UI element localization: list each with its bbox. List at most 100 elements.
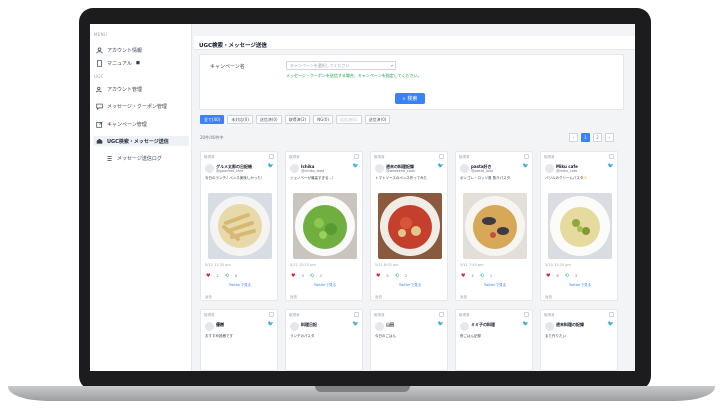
- reply-label[interactable]: 返信: [460, 295, 467, 300]
- select-checkbox[interactable]: [609, 312, 614, 317]
- ugc-card-grid: 取得済 グルメ太郎の日記帳 @gourmet_taro 🐦 今日のランチ♪ ペン…: [200, 151, 630, 371]
- reply-label[interactable]: 返信: [290, 295, 297, 300]
- ugc-card: 取得済 ミミ子の料理 🐦 夜ごはん記録: [455, 309, 533, 371]
- ugc-card: 取得済 Ichika @ichika_food 🐦 ジェノベーゼ最高すぎる…！ …: [285, 151, 363, 301]
- search-panel: キャンペーン名 キャンペーンを選択してください ▾ メッセージ・クーポンを送信す…: [199, 54, 624, 110]
- sidebar-item-campaign[interactable]: キャンペーン管理: [96, 119, 147, 129]
- card-status: 取得済: [289, 313, 300, 317]
- retweet-count: 0: [234, 274, 238, 278]
- twitter-icon: 🐦: [352, 163, 359, 169]
- post-stats: ♥ 2 ⟲ 0: [206, 273, 237, 279]
- card-status: 取得済: [374, 313, 385, 317]
- tab-sent[interactable]: 送信済(0): [255, 115, 282, 124]
- post-photo[interactable]: [463, 193, 527, 259]
- retweet-count: 3: [574, 274, 578, 278]
- reply-label[interactable]: 返信: [205, 295, 212, 300]
- post-text: また作りたい: [545, 334, 566, 338]
- like-count: 6: [556, 274, 559, 278]
- sidebar-item-label: メッセージ送信ログ: [117, 155, 162, 162]
- tab-ng[interactable]: NG(0): [313, 115, 333, 124]
- avatar: [545, 164, 554, 173]
- twitter-icon: 🐦: [437, 163, 444, 169]
- sidebar-item-message-coupon[interactable]: メッセージ・クーポン管理: [96, 101, 167, 111]
- twitter-icon: 🐦: [607, 163, 614, 169]
- view-on-twitter-link[interactable]: Twitterで見る: [201, 283, 279, 288]
- tab-all[interactable]: 全て(40): [200, 115, 225, 124]
- card-status: 取得済: [544, 313, 555, 317]
- avatar: [290, 164, 299, 173]
- twitter-icon: 🐦: [437, 321, 444, 327]
- tab-sent-2[interactable]: 送信済(0): [364, 115, 391, 124]
- page-2-button[interactable]: 2: [593, 133, 602, 142]
- user-name: ミミ子の料理: [471, 322, 495, 327]
- user-name: 山田: [386, 322, 394, 327]
- select-checkbox[interactable]: [524, 312, 529, 317]
- like-count: 4: [471, 274, 474, 278]
- view-on-twitter-link[interactable]: Twitterで見る: [371, 283, 449, 288]
- reply-label[interactable]: 返信: [375, 295, 382, 300]
- heart-icon: ♥: [291, 273, 296, 279]
- search-icon: ⌕: [402, 95, 406, 102]
- select-checkbox[interactable]: [524, 154, 529, 159]
- select-checkbox[interactable]: [609, 154, 614, 159]
- like-count: 5: [386, 274, 389, 278]
- view-on-twitter-link[interactable]: Twitterで見る: [456, 283, 534, 288]
- post-date: 5/11 7:40 pm: [460, 263, 484, 267]
- twitter-icon: 🐦: [522, 163, 529, 169]
- user-name: 優樹: [216, 322, 224, 327]
- sidebar-item-account-management[interactable]: アカウント管理: [96, 84, 142, 94]
- select-checkbox[interactable]: [439, 312, 444, 317]
- tab-replied[interactable]: 返信済(0): [336, 115, 362, 124]
- avatar: [205, 322, 214, 331]
- view-on-twitter-link[interactable]: Twitterで見る: [286, 283, 364, 288]
- select-checkbox[interactable]: [269, 312, 274, 317]
- search-button[interactable]: ⌕ 検索: [395, 93, 425, 104]
- select-checkbox[interactable]: [439, 154, 444, 159]
- campaign-select[interactable]: キャンペーンを選択してください ▾: [286, 61, 396, 70]
- view-on-twitter-link[interactable]: Twitterで見る: [541, 283, 619, 288]
- user-icon: [96, 46, 103, 54]
- select-checkbox[interactable]: [354, 154, 359, 159]
- post-photo[interactable]: [548, 193, 612, 259]
- user-handle: @weekend_cook: [386, 169, 416, 173]
- ugc-card: 取得済 週末料理の記録 🐦 また作りたい: [540, 309, 618, 371]
- heart-icon: ♥: [546, 273, 551, 279]
- post-text: ランチのパスタ: [290, 334, 315, 338]
- next-page-button[interactable]: ›: [605, 133, 614, 142]
- tab-acquired[interactable]: 取得済(2): [284, 115, 311, 124]
- heart-icon: ♥: [461, 273, 466, 279]
- ugc-card: 取得済 pasta好き @pasta_love 🐦 ボンゴレ・ロッソ風 魚介パス…: [455, 151, 533, 301]
- sidebar-item-label: アカウント管理: [107, 86, 143, 93]
- reply-label[interactable]: 返信: [545, 295, 552, 300]
- retweet-count: 1: [319, 274, 323, 278]
- sidebar-item-send-log[interactable]: メッセージ送信ログ: [106, 153, 162, 163]
- post-stats: ♥ 4 ⟲ 1: [461, 273, 492, 279]
- select-checkbox[interactable]: [354, 312, 359, 317]
- retweet-icon: ⟲: [309, 273, 314, 279]
- sidebar-item-label: キャンペーン管理: [107, 121, 147, 128]
- sidebar-item-manual[interactable]: マニュアル ◼: [96, 58, 140, 68]
- card-status: 取得済: [544, 155, 555, 159]
- campaign-placeholder: キャンペーンを選択してください: [290, 63, 350, 68]
- post-text: 今日のランチ♪ ペンネ美味しかった！: [205, 176, 265, 180]
- chat-icon: [96, 103, 103, 110]
- chevron-down-icon: ▾: [390, 63, 393, 68]
- post-text: 夜ごはん記録: [460, 334, 481, 338]
- user-handle: @gourmet_taro: [216, 169, 244, 173]
- post-date: 5/12 11:30 pm: [205, 263, 231, 267]
- post-photo[interactable]: [378, 193, 442, 259]
- select-checkbox[interactable]: [269, 154, 274, 159]
- campaign-hint: メッセージ・クーポンを送信する場合、キャンペーンを指定してください。: [286, 73, 422, 78]
- post-photo[interactable]: [293, 193, 357, 259]
- tab-unhandled[interactable]: 未対応(0): [227, 115, 253, 124]
- avatar: [375, 164, 384, 173]
- sidebar-item-ugc-search[interactable]: UGC検索・メッセージ送信: [93, 136, 189, 146]
- prev-page-button[interactable]: ‹: [569, 133, 578, 142]
- ugc-card: 取得済 Miku cafe @miku_cafe 🐦 バジルのクリームパスタ✨ …: [540, 151, 618, 301]
- post-stats: ♥ 5 ⟲ 2: [376, 273, 407, 279]
- avatar: [290, 322, 299, 331]
- post-photo[interactable]: [208, 193, 272, 259]
- sidebar-item-account-info[interactable]: アカウント情報: [96, 45, 142, 55]
- page-1-button[interactable]: 1: [581, 133, 590, 142]
- user-handle: @pasta_love: [471, 169, 494, 173]
